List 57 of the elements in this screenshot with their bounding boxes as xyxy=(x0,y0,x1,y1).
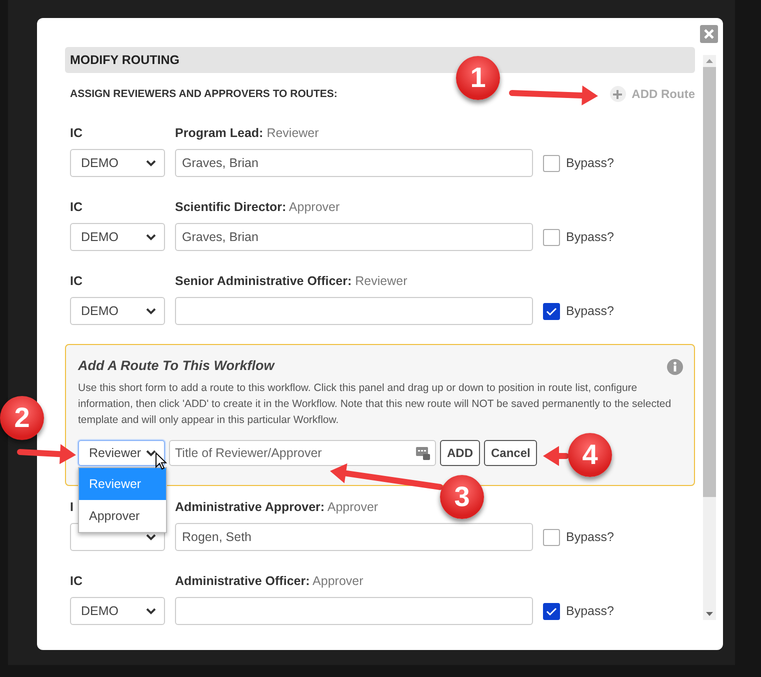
field-label: Administrative Officer: Approver xyxy=(175,574,364,588)
info-icon xyxy=(667,359,683,375)
field-label: Program Lead: Reviewer xyxy=(175,126,319,140)
close-button[interactable] xyxy=(700,25,718,43)
check-icon xyxy=(546,606,557,616)
close-icon xyxy=(704,29,714,39)
assignee-field[interactable]: Graves, Brian xyxy=(175,223,533,251)
field-label: I xyxy=(70,500,74,514)
field-label: IC xyxy=(70,574,84,588)
section-heading: ASSIGN REVIEWERS AND APPROVERS TO ROUTES: xyxy=(69,88,338,100)
chevron-icon xyxy=(146,308,156,314)
scrollbar[interactable] xyxy=(703,55,716,620)
arrow xyxy=(543,446,569,466)
role-select[interactable]: Reviewer xyxy=(78,440,165,466)
scroll-up-icon[interactable] xyxy=(706,59,713,63)
bypass-checkbox[interactable] xyxy=(543,302,560,320)
field-label: Scientific Director: Approver xyxy=(175,200,340,214)
ic-select[interactable]: DEMO xyxy=(70,149,165,177)
bypass-label: Bypass? xyxy=(566,604,614,618)
assignee-field[interactable]: Graves, Brian xyxy=(175,149,533,177)
bypass-label: Bypass? xyxy=(566,156,614,170)
dropdown-option[interactable]: Approver xyxy=(79,500,166,532)
cursor-icon xyxy=(155,452,167,470)
scroll-down-icon[interactable] xyxy=(706,612,713,616)
bypass-checkbox[interactable] xyxy=(543,228,560,246)
plus-icon xyxy=(613,90,622,98)
field-label: Administrative Approver: Approver xyxy=(175,500,378,514)
bypass-label: Bypass? xyxy=(566,530,614,544)
keypad-icon xyxy=(416,446,430,460)
arrow xyxy=(17,444,76,464)
chevron-icon xyxy=(146,234,156,240)
panel-description: Use this short form to add a route to this workflow. Click this panel and drag up or down to position in route list, configure information, then click 'ADD' to create it in the Workflow. Note that this new route will NOT be saved permanently to the selected template and will only appear in this particular Workflow. xyxy=(78,381,672,428)
ic-select[interactable]: DEMO xyxy=(70,297,165,325)
ic-select[interactable]: DEMO xyxy=(70,223,165,251)
add-button[interactable]: ADD xyxy=(440,440,480,466)
ic-select[interactable]: DEMO xyxy=(70,597,165,625)
field-label: IC xyxy=(70,274,84,288)
bypass-checkbox[interactable] xyxy=(543,528,560,546)
chevron-icon xyxy=(146,160,156,166)
bypass-label: Bypass? xyxy=(566,230,614,244)
chevron-icon xyxy=(146,534,156,540)
field-label: IC xyxy=(70,200,84,214)
title-field[interactable]: Title of Reviewer/Approver xyxy=(169,440,436,466)
field-label: Senior Administrative Officer: Reviewer xyxy=(175,274,408,288)
chevron-icon xyxy=(146,608,156,614)
bypass-checkbox[interactable] xyxy=(543,154,560,172)
check-icon xyxy=(546,306,557,316)
field-label: IC xyxy=(70,126,84,140)
panel-title: Add A Route To This Workflow xyxy=(78,358,274,373)
assignee-field[interactable]: Rogen, Seth xyxy=(175,523,533,551)
bypass-label: Bypass? xyxy=(566,304,614,318)
scrollbar-thumb[interactable] xyxy=(703,67,716,497)
assignee-field[interactable] xyxy=(175,297,533,325)
cancel-button[interactable]: Cancel xyxy=(484,440,538,466)
bypass-checkbox[interactable] xyxy=(543,602,560,620)
chevron-icon xyxy=(146,450,156,456)
assignee-field[interactable] xyxy=(175,597,533,625)
